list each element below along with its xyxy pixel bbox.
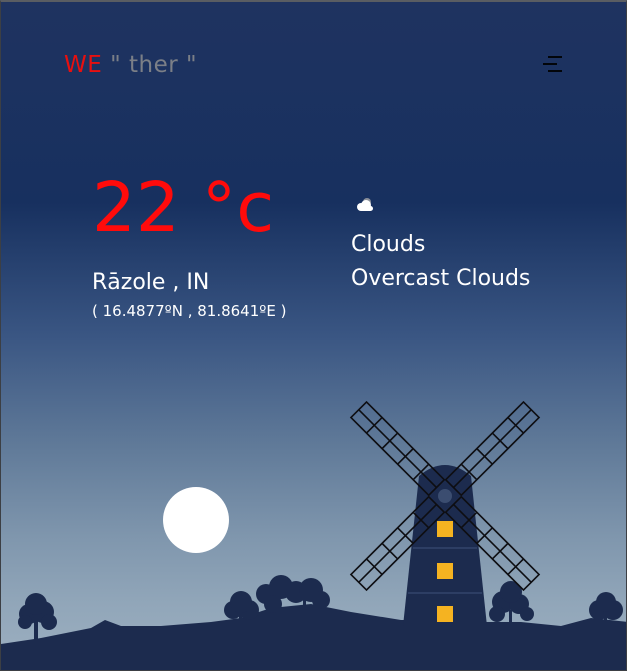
tree-left (18, 593, 57, 642)
logo-ther: " ther " (102, 52, 198, 78)
window-2 (437, 563, 453, 579)
weather-app-window: WE " ther " 22 °c Rāzole , IN ( 16.4877º… (0, 0, 627, 671)
weather-description: Overcast Clouds (351, 266, 531, 291)
app-logo[interactable]: WE " ther " (64, 52, 197, 78)
window-1 (437, 521, 453, 537)
cloud-icon (354, 196, 376, 214)
location-name: Rāzole , IN (92, 270, 210, 295)
night-landscape-illustration (1, 400, 626, 670)
windmill-hub (438, 489, 452, 503)
menu-icon[interactable] (542, 55, 563, 73)
moon-icon (163, 487, 229, 553)
window-3 (437, 606, 453, 622)
location-coordinates: ( 16.4877ºN , 81.8641ºE ) (92, 302, 287, 320)
weather-condition: Clouds (351, 232, 426, 257)
logo-we: WE (64, 52, 103, 78)
temperature-value: 22 °c (92, 168, 275, 248)
